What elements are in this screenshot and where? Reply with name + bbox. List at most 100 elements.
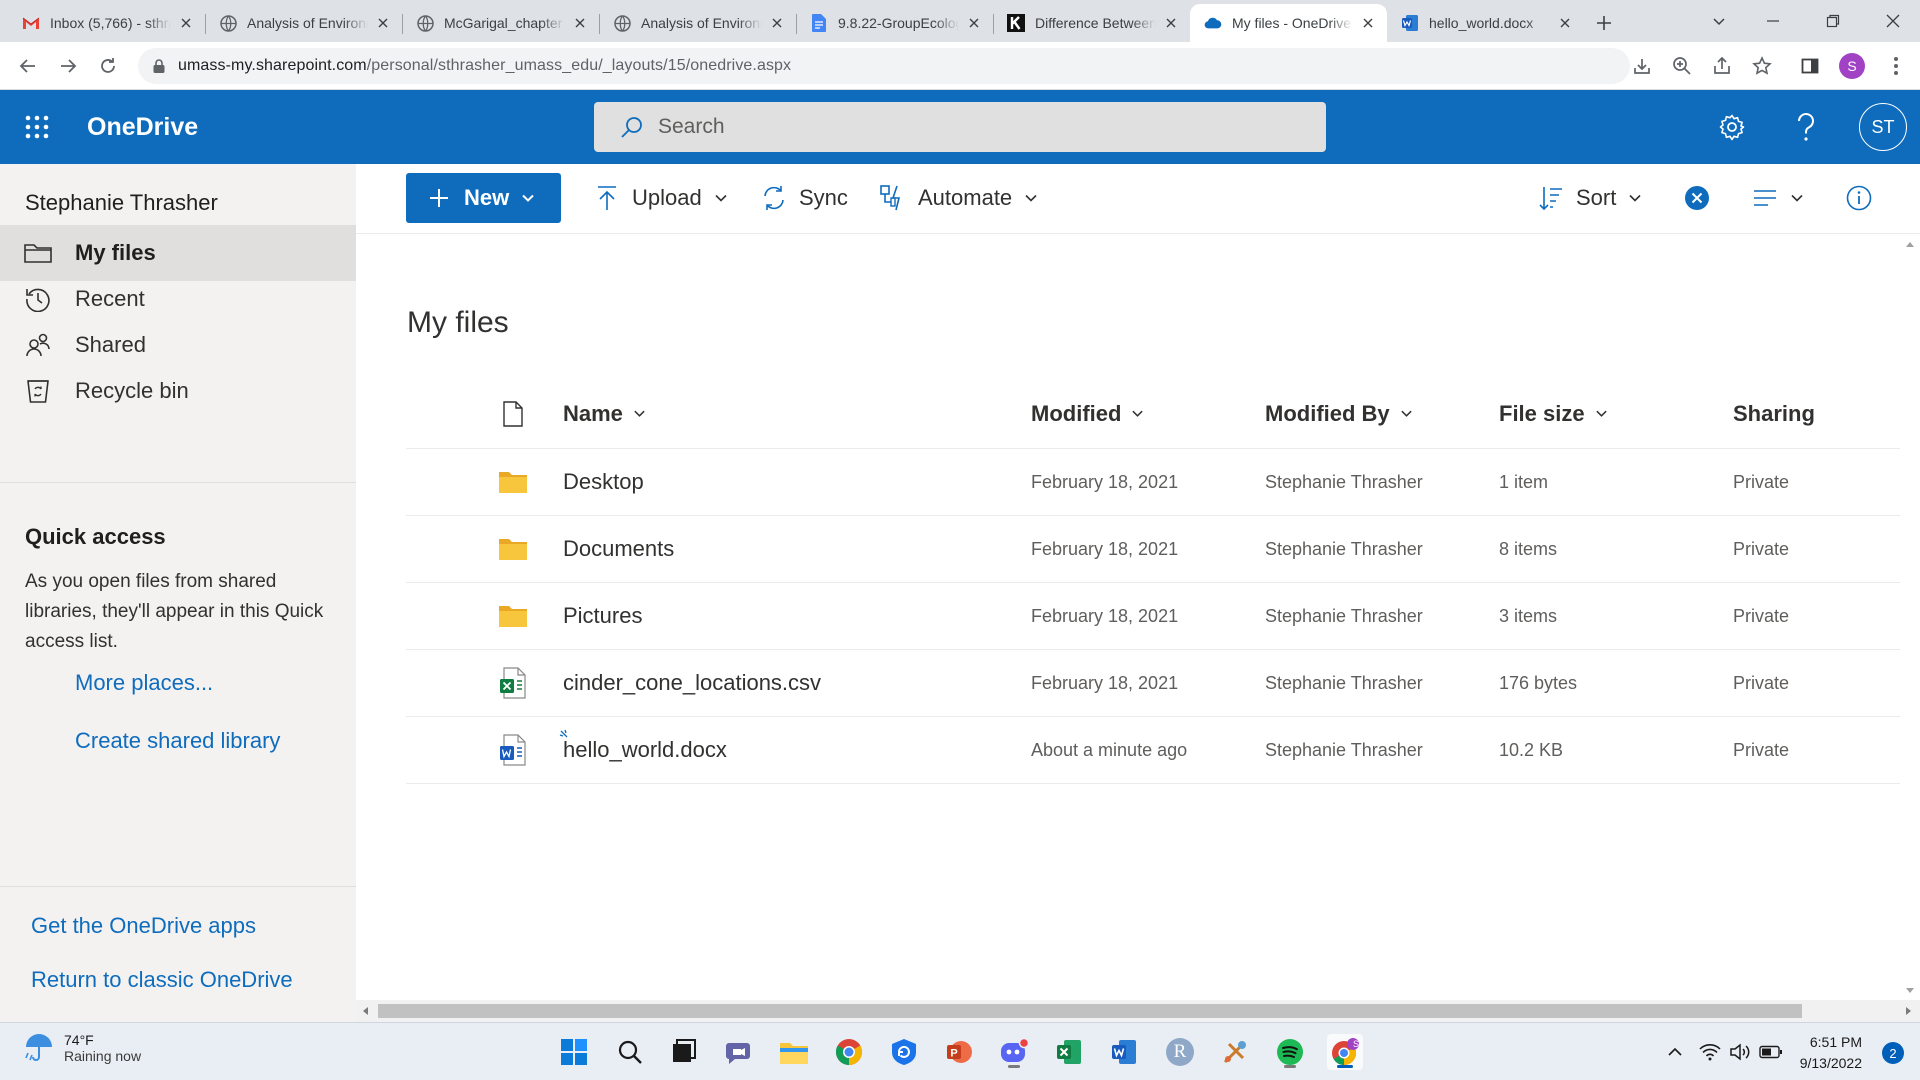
chrome-taskbar-button[interactable]	[831, 1034, 867, 1070]
share-button[interactable]	[1702, 42, 1742, 90]
search-input[interactable]	[658, 115, 1258, 139]
details-pane-button[interactable]	[1846, 173, 1872, 223]
file-type-column-header[interactable]	[496, 379, 530, 448]
vertical-scrollbar[interactable]	[1900, 234, 1920, 1000]
file-modified-by[interactable]: Stephanie Thrasher	[1265, 717, 1423, 783]
file-name[interactable]: Documents	[563, 516, 674, 582]
browser-tab[interactable]: Analysis of Environmental Data	[599, 4, 796, 42]
side-panel-button[interactable]	[1790, 42, 1830, 90]
tab-search-button[interactable]	[1692, 0, 1746, 42]
file-row[interactable]: Desktop February 18, 2021 Stephanie Thrash…	[406, 449, 1900, 516]
scroll-left-arrow-icon[interactable]	[358, 1000, 374, 1022]
battery-button[interactable]	[1756, 1023, 1786, 1080]
bookmark-button[interactable]	[1742, 42, 1782, 90]
modified-by-column-header[interactable]: Modified By	[1265, 379, 1413, 448]
teams-chat-button[interactable]	[721, 1034, 757, 1070]
browser-tab[interactable]: hello_world.docx	[1387, 4, 1584, 42]
task-view-button[interactable]	[666, 1034, 702, 1070]
install-app-button[interactable]	[1622, 42, 1662, 90]
r-app-button[interactable]: R	[1162, 1034, 1198, 1070]
new-tab-button[interactable]	[1584, 4, 1624, 42]
name-column-header[interactable]: Name	[563, 379, 646, 448]
close-tab-button[interactable]	[571, 14, 589, 32]
close-window-button[interactable]	[1866, 0, 1920, 42]
settings-button[interactable]	[1695, 90, 1769, 164]
file-modified-by[interactable]: Stephanie Thrasher	[1265, 650, 1423, 716]
view-options-button[interactable]	[1752, 173, 1804, 223]
minimize-button[interactable]	[1746, 0, 1800, 42]
file-row[interactable]: cinder_cone_locations.csv February 18, 20…	[406, 650, 1900, 717]
scroll-right-arrow-icon[interactable]	[1900, 1000, 1916, 1022]
wifi-button[interactable]	[1696, 1023, 1724, 1080]
reload-button[interactable]	[88, 46, 128, 86]
close-tab-button[interactable]	[177, 14, 195, 32]
account-manager-button[interactable]: ST	[1846, 90, 1920, 164]
sort-button[interactable]: Sort	[1536, 173, 1642, 223]
close-tab-button[interactable]	[1162, 14, 1180, 32]
browser-tab[interactable]: 9.8.22-GroupEcology	[796, 4, 993, 42]
app-brand[interactable]: OneDrive	[87, 113, 198, 142]
file-row[interactable]: hello_world.docx About a minute ago Stepha…	[406, 717, 1900, 784]
horizontal-scroll-thumb[interactable]	[378, 1004, 1802, 1018]
modified-column-header[interactable]: Modified	[1031, 379, 1144, 448]
automate-button[interactable]: Automate	[878, 173, 1038, 223]
new-button[interactable]: New	[406, 173, 561, 223]
volume-button[interactable]	[1726, 1023, 1754, 1080]
close-tab-button[interactable]	[965, 14, 983, 32]
start-button[interactable]	[556, 1034, 592, 1070]
clear-selection-button[interactable]	[1684, 173, 1710, 223]
file-name[interactable]: cinder_cone_locations.csv	[563, 650, 821, 716]
excel-button[interactable]	[1051, 1034, 1087, 1070]
discord-button[interactable]	[996, 1034, 1032, 1070]
more-places-link[interactable]: More places...	[75, 670, 213, 696]
return-to-classic-link[interactable]: Return to classic OneDrive	[31, 967, 293, 993]
browser-menu-button[interactable]	[1876, 42, 1916, 90]
profile-button[interactable]: S	[1832, 42, 1872, 90]
upload-button[interactable]: Upload	[592, 173, 728, 223]
browser-tab[interactable]: My files - OneDrive	[1190, 4, 1387, 42]
file-explorer-button[interactable]	[776, 1034, 812, 1070]
close-tab-button[interactable]	[374, 14, 392, 32]
help-button[interactable]	[1769, 90, 1843, 164]
browser-tab[interactable]: Difference Between	[993, 4, 1190, 42]
chrome-profile-button[interactable]: S	[1327, 1034, 1363, 1070]
browser-tab[interactable]: Analysis of Environmental Data	[205, 4, 402, 42]
weather-widget[interactable]: 74°F Raining now	[22, 1031, 141, 1065]
paint-tools-button[interactable]	[1217, 1034, 1253, 1070]
forward-button[interactable]	[48, 46, 88, 86]
restore-button[interactable]	[1806, 0, 1860, 42]
system-clock[interactable]: 6:51 PM 9/13/2022	[1800, 1032, 1862, 1074]
app-launcher-button[interactable]	[0, 90, 74, 164]
close-tab-button[interactable]	[1359, 14, 1377, 32]
create-shared-library-link[interactable]: Create shared library	[75, 728, 280, 754]
browser-tab[interactable]: McGarigal_chapter	[402, 4, 599, 42]
file-size-column-header[interactable]: File size	[1499, 379, 1608, 448]
close-tab-button[interactable]	[768, 14, 786, 32]
file-name[interactable]: Desktop	[563, 449, 644, 515]
horizontal-scrollbar[interactable]	[356, 1000, 1920, 1022]
show-hidden-icons-button[interactable]	[1660, 1023, 1690, 1080]
sharing-column-header[interactable]: Sharing	[1733, 379, 1815, 448]
file-modified-by[interactable]: Stephanie Thrasher	[1265, 449, 1423, 515]
back-button[interactable]	[8, 46, 48, 86]
file-modified-by[interactable]: Stephanie Thrasher	[1265, 516, 1423, 582]
file-modified-by[interactable]: Stephanie Thrasher	[1265, 583, 1423, 649]
notification-badge[interactable]: 2	[1882, 1042, 1904, 1064]
browser-tab[interactable]: Inbox (5,766) - sthrasher@umass.edu	[8, 4, 205, 42]
close-tab-button[interactable]	[1556, 14, 1574, 32]
word-button[interactable]	[1106, 1034, 1142, 1070]
nav-item[interactable]: Recycle bin	[0, 363, 356, 419]
file-row[interactable]: Pictures February 18, 2021 Stephanie Thras…	[406, 583, 1900, 650]
security-app-button[interactable]	[886, 1034, 922, 1070]
address-bar[interactable]: umass-my.sharepoint.com/personal/sthrash…	[138, 48, 1630, 84]
file-name[interactable]: Pictures	[563, 583, 642, 649]
scroll-up-arrow-icon[interactable]	[1900, 234, 1920, 254]
zoom-button[interactable]	[1662, 42, 1702, 90]
search-box[interactable]	[594, 102, 1326, 152]
file-name[interactable]: hello_world.docx	[563, 717, 727, 783]
file-row[interactable]: Documents February 18, 2021 Stephanie Thra…	[406, 516, 1900, 583]
sync-button[interactable]: Sync	[759, 173, 848, 223]
scroll-down-arrow-icon[interactable]	[1900, 980, 1920, 1000]
taskbar-search-button[interactable]	[612, 1034, 648, 1070]
get-onedrive-apps-link[interactable]: Get the OneDrive apps	[31, 913, 256, 939]
